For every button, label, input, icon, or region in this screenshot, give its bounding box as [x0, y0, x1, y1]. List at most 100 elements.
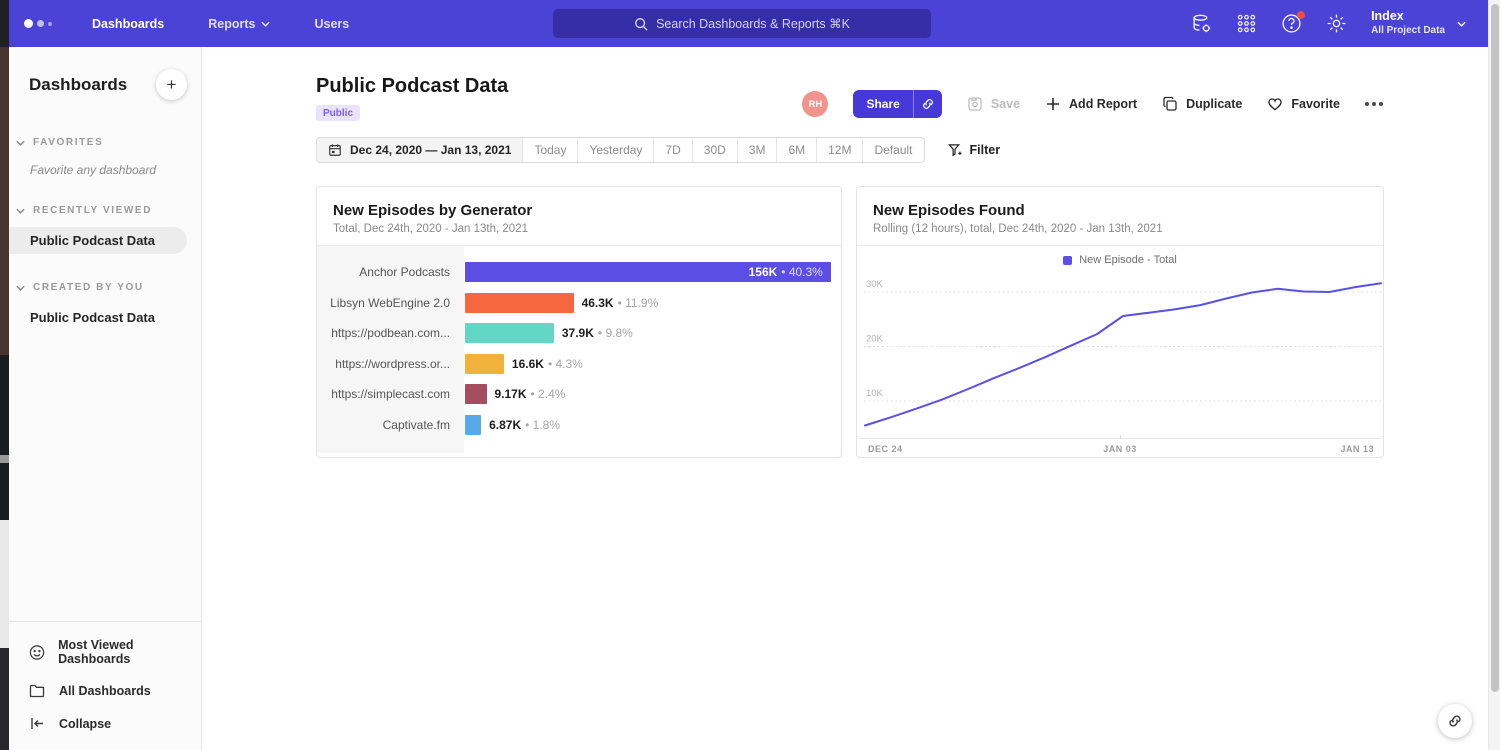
- favorites-empty-state: Favorite any dashboard: [9, 148, 201, 177]
- most-viewed-dashboards-button[interactable]: Most Viewed Dashboards: [9, 630, 201, 674]
- x-tick-label: JAN 03: [1103, 444, 1137, 454]
- all-dashboards-button[interactable]: All Dashboards: [9, 674, 201, 707]
- bar[interactable]: [465, 323, 554, 343]
- bar-row-simplecast[interactable]: https://simplecast.com 9.17K• 2.4%: [317, 379, 841, 410]
- search-input[interactable]: Search Dashboards & Reports ⌘K: [553, 9, 931, 38]
- bar-row-libsyn[interactable]: Libsyn WebEngine 2.0 46.3K• 11.9%: [317, 288, 841, 319]
- card-new-episodes-found: New Episodes Found Rolling (12 hours), t…: [856, 186, 1384, 458]
- scrollbar-thumb[interactable]: [1491, 4, 1499, 692]
- preset-30d[interactable]: 30D: [692, 138, 737, 162]
- bar[interactable]: [465, 384, 487, 404]
- copy-icon: [1162, 96, 1178, 112]
- notification-badge: [1297, 11, 1305, 19]
- data-sources-icon[interactable]: [1191, 13, 1212, 34]
- plus-icon: [1045, 96, 1061, 112]
- preset-7d[interactable]: 7D: [653, 138, 691, 162]
- date-range-button[interactable]: Dec 24, 2020 — Jan 13, 2021: [317, 138, 522, 162]
- vertical-scrollbar: [1488, 0, 1500, 750]
- save-button[interactable]: Save: [967, 96, 1020, 112]
- x-tick-label: DEC 24: [868, 444, 903, 454]
- share-link-button[interactable]: [913, 90, 942, 118]
- sidebar-item-public-podcast-data[interactable]: Public Podcast Data: [9, 227, 187, 254]
- collapse-icon: [29, 715, 46, 732]
- x-tick-label: JAN 13: [1340, 444, 1374, 454]
- favorite-button[interactable]: Favorite: [1267, 96, 1340, 112]
- search-placeholder: Search Dashboards & Reports ⌘K: [656, 16, 850, 31]
- x-axis: DEC 24 JAN 03 JAN 13: [857, 438, 1383, 458]
- svg-text:30K: 30K: [866, 279, 883, 290]
- floating-link-button[interactable]: [1438, 704, 1472, 738]
- workspace-name: Index: [1371, 9, 1445, 25]
- link-icon: [921, 97, 935, 111]
- chart-legend: New Episode - Total: [857, 246, 1383, 266]
- section-recently-viewed[interactable]: RECENTLY VIEWED: [9, 205, 201, 216]
- collapse-sidebar-button[interactable]: Collapse: [9, 707, 201, 740]
- bar-row-podbean[interactable]: https://podbean.com... 37.9K• 9.8%: [317, 318, 841, 349]
- section-created-by-you[interactable]: CREATED BY YOU: [9, 282, 201, 293]
- chevron-down-icon: [16, 208, 25, 214]
- search-icon: [634, 17, 648, 31]
- share-button[interactable]: Share: [853, 90, 941, 118]
- card-title: New Episodes Found: [873, 202, 1367, 219]
- preset-6m[interactable]: 6M: [776, 138, 816, 162]
- card-subtitle: Total, Dec 24th, 2020 - Jan 13th, 2021: [333, 223, 825, 235]
- app-logo[interactable]: [24, 19, 52, 28]
- add-dashboard-button[interactable]: +: [156, 69, 187, 100]
- main-content: Public Podcast Data Public RH Share Save…: [203, 47, 1488, 750]
- folder-icon: [29, 682, 46, 699]
- line-chart-svg: 10K 20K 30K: [864, 271, 1382, 438]
- preset-12m[interactable]: 12M: [816, 138, 862, 162]
- duplicate-button[interactable]: Duplicate: [1162, 96, 1242, 112]
- svg-text:20K: 20K: [866, 333, 883, 344]
- workspace-subtitle: All Project Data: [1371, 25, 1445, 38]
- card-subtitle: Rolling (12 hours), total, Dec 24th, 202…: [873, 223, 1367, 235]
- line-chart[interactable]: 10K 20K 30K: [864, 271, 1382, 438]
- axis-tick: [1120, 435, 1121, 439]
- avatar[interactable]: RH: [802, 91, 828, 117]
- top-nav: Dashboards Reports Users Search Dashboar…: [0, 0, 1488, 47]
- preset-today[interactable]: Today: [522, 138, 577, 162]
- nav-item-users[interactable]: Users: [314, 17, 349, 31]
- bar[interactable]: [465, 415, 481, 435]
- add-report-button[interactable]: Add Report: [1045, 96, 1137, 112]
- sidebar: Dashboards + FAVORITES Favorite any dash…: [9, 47, 202, 750]
- page-title: Public Podcast Data: [316, 75, 508, 98]
- nav-item-reports[interactable]: Reports: [208, 17, 270, 31]
- filter-funnel-icon: [948, 143, 962, 158]
- bar-chart: Anchor Podcasts 156K• 40.3% Libsyn WebEn…: [317, 246, 841, 454]
- chevron-down-icon: [16, 285, 25, 291]
- settings-gear-icon[interactable]: [1326, 13, 1347, 34]
- bar-row-anchor-podcasts[interactable]: Anchor Podcasts 156K• 40.3%: [317, 257, 841, 288]
- help-icon[interactable]: [1281, 13, 1302, 34]
- date-range-control: Dec 24, 2020 — Jan 13, 2021 Today Yester…: [316, 137, 925, 163]
- svg-text:10K: 10K: [866, 388, 883, 399]
- save-icon: [967, 96, 983, 112]
- smiley-icon: [29, 644, 45, 661]
- card-title: New Episodes by Generator: [333, 202, 825, 219]
- bar[interactable]: [465, 354, 504, 374]
- bar-row-wordpress[interactable]: https://wordpress.or... 16.6K• 4.3%: [317, 349, 841, 380]
- card-new-episodes-by-generator: New Episodes by Generator Total, Dec 24t…: [316, 186, 842, 458]
- bar[interactable]: [465, 293, 574, 313]
- heart-icon: [1267, 96, 1283, 112]
- legend-label: New Episode - Total: [1079, 254, 1177, 266]
- apps-grid-icon[interactable]: [1236, 13, 1257, 34]
- preset-default[interactable]: Default: [862, 138, 923, 162]
- more-options-button[interactable]: [1365, 102, 1383, 106]
- calendar-icon: [328, 143, 342, 157]
- window-edge-strip: [0, 0, 9, 750]
- chevron-down-icon: [261, 21, 270, 27]
- preset-3m[interactable]: 3M: [737, 138, 777, 162]
- preset-yesterday[interactable]: Yesterday: [577, 138, 653, 162]
- bar[interactable]: 156K• 40.3%: [465, 262, 831, 282]
- public-badge: Public: [316, 105, 360, 121]
- section-favorites[interactable]: FAVORITES: [9, 137, 201, 148]
- sidebar-item-public-podcast-data-created[interactable]: Public Podcast Data: [9, 304, 201, 331]
- workspace-selector[interactable]: Index All Project Data: [1371, 9, 1466, 37]
- sidebar-title: Dashboards: [29, 75, 127, 95]
- bar-row-captivate[interactable]: Captivate.fm 6.87K• 1.8%: [317, 410, 841, 441]
- chevron-down-icon: [16, 140, 25, 146]
- filter-button[interactable]: Filter: [948, 143, 1001, 158]
- legend-swatch: [1063, 256, 1072, 265]
- nav-item-dashboards[interactable]: Dashboards: [92, 17, 164, 31]
